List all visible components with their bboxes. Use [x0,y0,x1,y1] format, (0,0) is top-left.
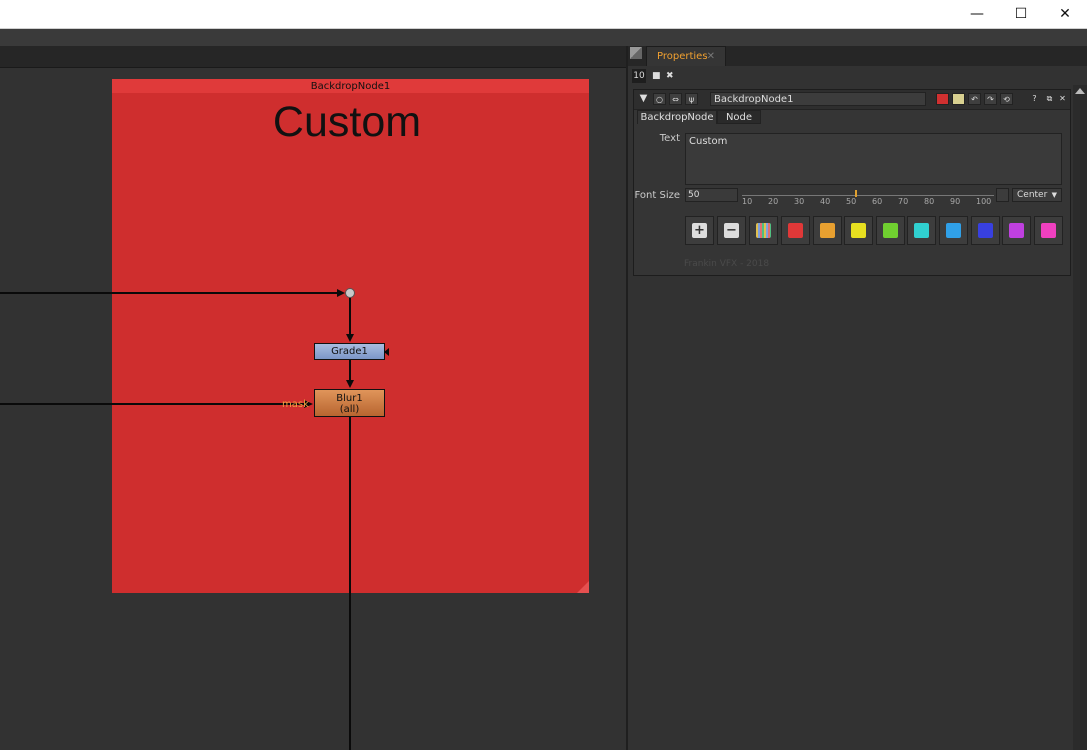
color-swatch [946,223,961,238]
plus-icon: + [692,223,707,238]
mask-input-arrow-icon [384,348,389,356]
slider-tick-label: 90 [950,197,961,206]
color-swatch [1040,223,1056,238]
credit-text: Frankin VFX - 2018 [684,259,770,269]
color-swatch [788,223,803,238]
slider-tick-label: 70 [898,197,909,206]
collapse-triangle-icon[interactable]: ▼ [637,93,650,105]
slider-tick-label: 60 [872,197,883,206]
font-size-slider[interactable]: 10 20 30 40 50 60 70 80 90 100 [742,188,994,206]
arrow-icon [346,334,354,342]
slider-tick-label: 40 [820,197,831,206]
color-swatch-button[interactable] [875,216,905,245]
arrow-icon [337,289,345,297]
backdrop-resize-handle[interactable] [577,581,589,593]
arrow-icon [346,380,354,388]
color-swatch-button[interactable] [812,216,842,245]
window-titlebar: — ☐ ✕ [0,0,1087,29]
chevron-down-icon: ▼ [1051,191,1057,199]
tile-color-button[interactable] [936,93,949,105]
color-swatch-button[interactable] [781,216,810,245]
slider-tick-label: 50 [846,197,857,206]
color-swatch [882,223,898,238]
blur-node-channels: (all) [339,404,360,415]
color-swatch-button[interactable] [1033,216,1063,245]
slider-tick-label: 30 [794,197,805,206]
animation-curve-icon[interactable] [996,188,1009,202]
font-size-input[interactable]: 50 [685,188,738,202]
node-name-field[interactable]: BackdropNode1 [710,92,926,106]
close-tab-icon[interactable]: ✕ [707,47,715,66]
help-icon[interactable]: ? [1028,93,1041,105]
minus-icon: − [724,223,739,238]
blur-node[interactable]: Blur1 (all) [314,389,385,417]
node-graph[interactable]: BackdropNode1 Custom Grade1 mask Blur1 (… [0,68,626,750]
backdrop-label: Custom [272,98,422,146]
tab-properties[interactable]: Properties ✕ [646,46,726,66]
redo-icon[interactable]: ↷ [984,93,997,105]
tab-properties-label: Properties [657,51,708,62]
grade-node[interactable]: Grade1 [314,343,385,360]
gl-color-button[interactable] [952,93,965,105]
max-panels-field[interactable]: 10 [632,69,646,83]
mask-wire [0,403,306,405]
properties-toolbar: 10 ■ ✖ [628,68,1087,86]
node-graph-tabstrip [0,46,626,68]
color-swatch-button[interactable] [844,216,874,245]
alignment-dropdown[interactable]: Center ▼ [1012,188,1062,202]
clear-panels-icon[interactable]: ✖ [666,71,674,81]
slider-tick-label: 100 [976,197,992,206]
text-label: Text [659,133,680,144]
color-swatch [819,223,835,238]
lock-icon[interactable]: ■ [652,71,661,81]
float-icon[interactable]: ⧉ [1043,93,1056,105]
dot-node[interactable] [345,288,355,298]
undo-icon[interactable]: ↶ [968,93,981,105]
properties-scrollbar[interactable] [1073,85,1087,750]
remove-color-button[interactable]: − [717,216,746,245]
palette-icon [756,223,771,238]
color-swatch-button[interactable] [939,216,968,245]
color-swatch [1009,223,1025,238]
backdrop-properties-panel: ▼ ○ ⇔ ψ BackdropNode1 ↶ ↷ ⟲ ? ⧉ ✕ Backdr… [633,89,1071,276]
color-swatch [851,223,867,238]
properties-tabstrip: Properties ✕ [628,46,1087,66]
palette-button[interactable] [749,216,778,245]
center-node-icon[interactable]: ○ [653,93,666,105]
tab-node[interactable]: Node [717,110,761,124]
node-panel-header: ▼ ○ ⇔ ψ BackdropNode1 ↶ ↷ ⟲ ? ⧉ ✕ [634,90,1070,110]
tab-backdropnode[interactable]: BackdropNode [637,110,717,124]
output-wire [349,417,351,750]
input-wire-top [0,292,340,294]
color-swatch-button[interactable] [907,216,937,245]
mask-input-label: mask [282,399,309,410]
maximize-button[interactable]: ☐ [999,0,1043,28]
slider-track [742,195,994,196]
minimize-button[interactable]: — [955,0,999,28]
color-swatch-button[interactable] [970,216,1000,245]
scroll-up-icon[interactable] [1075,88,1085,94]
close-panel-icon[interactable]: ✕ [1056,93,1069,105]
revert-icon[interactable]: ⟲ [1000,93,1013,105]
pane-menu-icon[interactable] [630,47,642,59]
color-swatch [914,223,930,238]
close-window-button[interactable]: ✕ [1043,0,1087,28]
menu-bar [0,29,1087,46]
slider-tick-label: 10 [742,197,753,206]
add-color-button[interactable]: + [685,216,714,245]
slider-tick-label: 20 [768,197,779,206]
slider-handle[interactable] [855,190,857,197]
text-input[interactable]: Custom [685,133,1062,185]
color-swatch-button[interactable] [1002,216,1032,245]
help-node-icon[interactable]: ψ [685,93,698,105]
alignment-value: Center [1017,190,1048,200]
backdrop-title: BackdropNode1 [112,79,589,93]
wire-dot-to-grade [349,298,351,338]
blur-node-name: Blur1 [336,393,363,404]
float-panel-icon[interactable]: ⇔ [669,93,682,105]
slider-tick-label: 80 [924,197,935,206]
font-size-label: Font Size [634,190,680,201]
color-swatch [977,223,993,238]
